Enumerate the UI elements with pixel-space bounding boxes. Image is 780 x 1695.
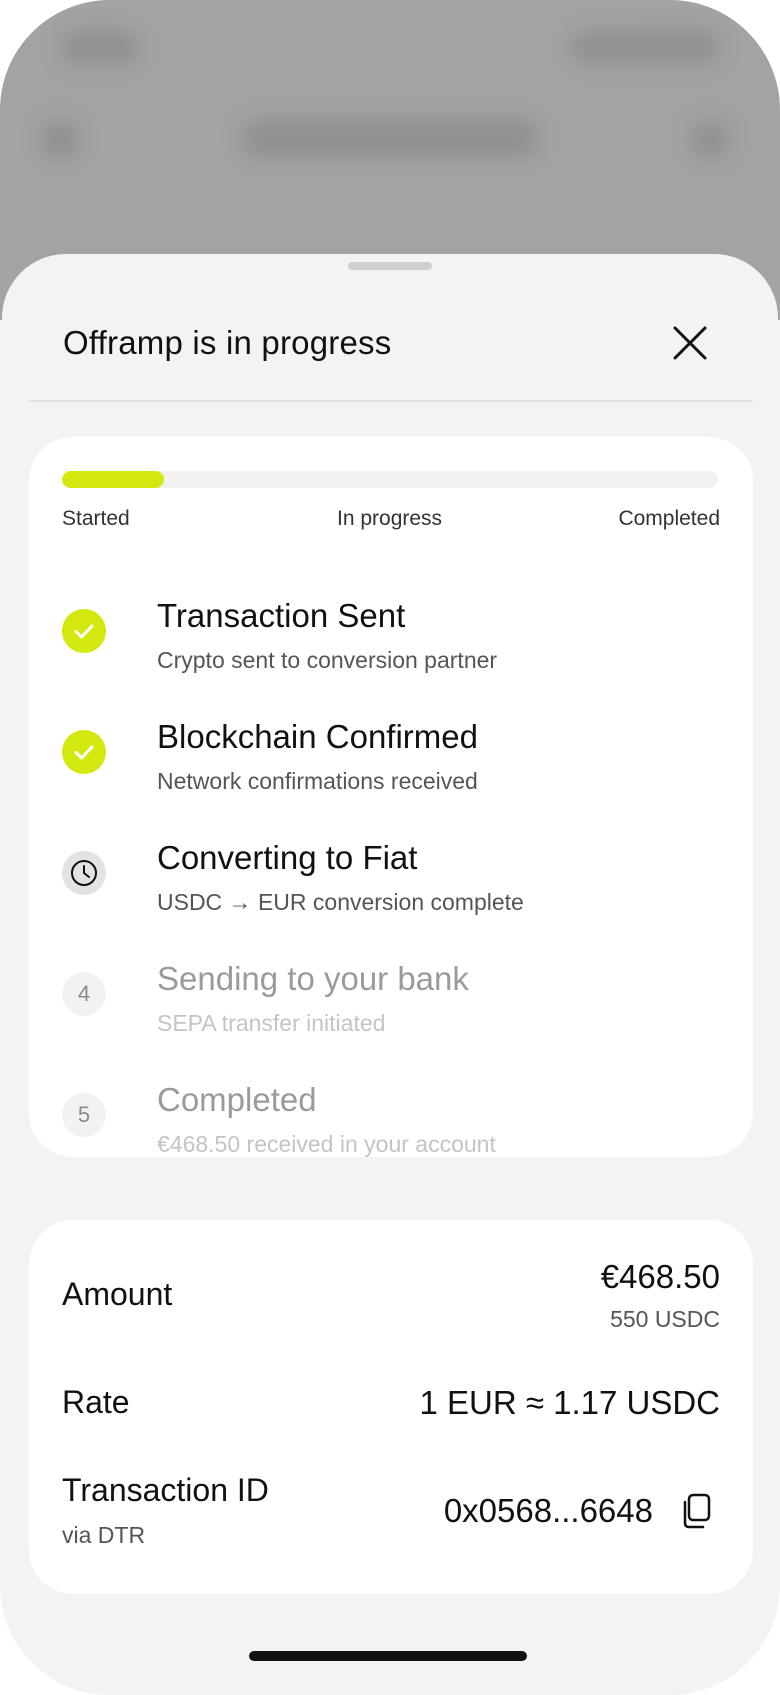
step-subtitle: Crypto sent to conversion partner bbox=[157, 647, 498, 673]
phone-screen: Offramp is in progress Started In progre… bbox=[0, 0, 780, 1695]
step-title: Converting to Fiat bbox=[157, 839, 418, 876]
step-blockchain-confirmed: Blockchain Confirmed Network confirmatio… bbox=[62, 718, 702, 818]
header-divider bbox=[29, 400, 753, 402]
step-subtitle: Network confirmations received bbox=[157, 768, 478, 794]
amount-subvalue: 550 USDC bbox=[610, 1306, 720, 1332]
step-completed: 5 Completed €468.50 received in your acc… bbox=[62, 1081, 702, 1181]
step-sending-to-bank: 4 Sending to your bank SEPA transfer ini… bbox=[62, 960, 702, 1060]
step-subtitle: SEPA transfer initiated bbox=[157, 1010, 386, 1036]
amount-value: €468.50 bbox=[600, 1258, 720, 1295]
clock-icon bbox=[62, 851, 106, 895]
stage-label-in-progress: In progress bbox=[337, 507, 443, 530]
home-indicator[interactable] bbox=[249, 1651, 527, 1661]
close-icon bbox=[673, 326, 707, 360]
progress-bar-fill bbox=[62, 471, 164, 488]
transaction-network-label: via DTR bbox=[62, 1522, 146, 1548]
step-title: Blockchain Confirmed bbox=[157, 718, 478, 755]
stage-label-started: Started bbox=[62, 507, 130, 530]
check-icon bbox=[62, 730, 106, 774]
stage-label-completed: Completed bbox=[618, 507, 720, 530]
transaction-id-value: 0x0568...6648 bbox=[443, 1492, 653, 1529]
step-title: Sending to your bank bbox=[157, 960, 469, 997]
step-subtitle: USDC → EUR conversion complete bbox=[157, 889, 524, 915]
sheet-title: Offramp is in progress bbox=[63, 324, 392, 361]
rate-label: Rate bbox=[62, 1384, 130, 1420]
step-number-badge: 5 bbox=[62, 1093, 106, 1137]
step-converting-to-fiat: Converting to Fiat USDC → EUR conversion… bbox=[62, 839, 702, 939]
step-transaction-sent: Transaction Sent Crypto sent to conversi… bbox=[62, 597, 702, 697]
transaction-id-label: Transaction ID bbox=[62, 1472, 269, 1508]
close-button[interactable] bbox=[670, 323, 710, 363]
progress-card: Started In progress Completed Transactio… bbox=[29, 437, 753, 1157]
step-title: Transaction Sent bbox=[157, 597, 406, 634]
amount-label: Amount bbox=[62, 1276, 173, 1312]
step-number-badge: 4 bbox=[62, 972, 106, 1016]
bottom-sheet: Offramp is in progress Started In progre… bbox=[2, 254, 778, 1695]
details-card: Amount €468.50 550 USDC Rate 1 EUR ≈ 1.1… bbox=[29, 1220, 753, 1594]
check-icon bbox=[62, 609, 106, 653]
copy-icon bbox=[683, 1493, 711, 1529]
rate-value: 1 EUR ≈ 1.17 USDC bbox=[419, 1384, 720, 1421]
step-title: Completed bbox=[157, 1081, 317, 1118]
copy-transaction-id-button[interactable] bbox=[679, 1492, 713, 1530]
progress-bar bbox=[62, 471, 718, 488]
sheet-grabber[interactable] bbox=[348, 262, 432, 270]
step-subtitle: €468.50 received in your account bbox=[157, 1131, 496, 1157]
